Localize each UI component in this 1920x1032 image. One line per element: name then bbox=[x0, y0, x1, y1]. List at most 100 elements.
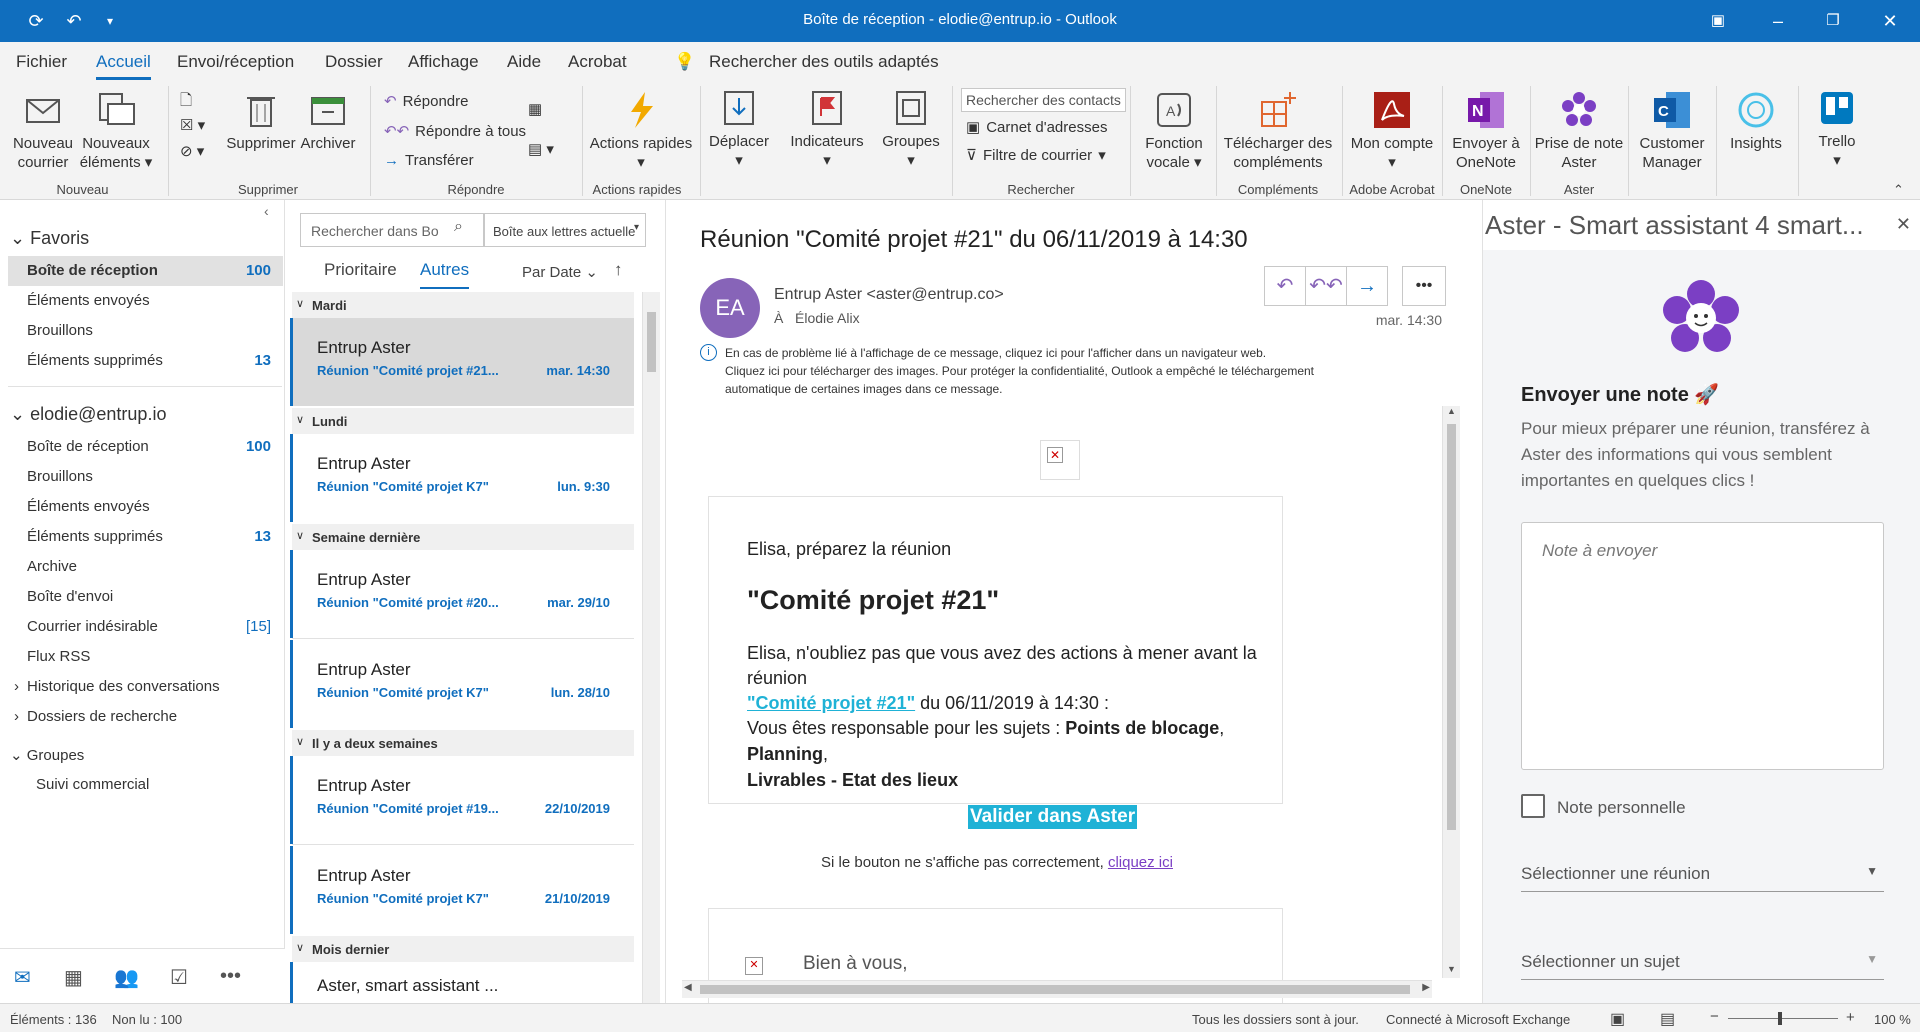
tab-focused[interactable]: Prioritaire bbox=[324, 260, 397, 280]
folder-item-inbox[interactable]: Boîte de réception 100 bbox=[0, 438, 285, 462]
menu-acrobat[interactable]: Acrobat bbox=[568, 52, 627, 72]
zoom-slider[interactable] bbox=[1728, 1018, 1838, 1019]
clean-up-button[interactable]: ☒ ▾ bbox=[180, 116, 205, 134]
calendar-icon[interactable]: ▦ bbox=[64, 965, 83, 990]
select-meeting-dropdown[interactable]: Sélectionner une réunion ▼ bbox=[1521, 860, 1884, 892]
reading-view-icon[interactable]: ▤ bbox=[1660, 1009, 1675, 1029]
forward-button[interactable]: → Transférer bbox=[384, 152, 474, 169]
normal-view-icon[interactable]: ▣ bbox=[1610, 1009, 1625, 1029]
scroll-left-icon[interactable]: ◀ bbox=[684, 982, 692, 993]
people-icon[interactable]: 👥 bbox=[114, 965, 139, 990]
tell-me-search[interactable]: Rechercher des outils adaptés bbox=[709, 52, 939, 72]
menu-accueil[interactable]: Accueil bbox=[96, 52, 151, 80]
junk-button[interactable]: ⊘ ▾ bbox=[180, 142, 204, 160]
ribbon-display-icon[interactable]: ▣ bbox=[1700, 6, 1736, 36]
voice-button[interactable]: A Fonction vocale ▾ bbox=[1134, 90, 1214, 172]
reading-pane-vscrollbar[interactable]: ▲ ▼ bbox=[1442, 406, 1460, 978]
minimize-icon[interactable]: – bbox=[1760, 6, 1796, 36]
delete-button[interactable]: Supprimer bbox=[222, 90, 300, 153]
send-to-onenote-button[interactable]: N Envoyer à OneNote bbox=[1446, 90, 1526, 172]
menu-dossier[interactable]: Dossier bbox=[325, 52, 383, 72]
new-mail-button[interactable]: Nouveau courrier bbox=[8, 90, 78, 172]
new-items-button[interactable]: Nouveaux éléments ▾ bbox=[78, 90, 154, 172]
group-header[interactable]: Lundi bbox=[292, 408, 634, 434]
groups-button[interactable]: Groupes ▾ bbox=[878, 88, 944, 170]
scroll-up-icon[interactable]: ▲ bbox=[1443, 406, 1460, 420]
reply-all-button[interactable]: ↶↶ Répondre à tous bbox=[384, 122, 526, 141]
validate-in-aster-button[interactable]: Valider dans Aster bbox=[968, 805, 1138, 829]
folder-item-junk[interactable]: Courrier indésirable [15] bbox=[0, 618, 285, 642]
menu-fichier[interactable]: Fichier bbox=[16, 52, 67, 72]
zoom-out-icon[interactable]: − bbox=[1710, 1008, 1719, 1025]
reading-pane-hscrollbar[interactable]: ◀ ▶ bbox=[682, 980, 1432, 998]
scroll-down-icon[interactable]: ▼ bbox=[1443, 964, 1460, 978]
mail-icon[interactable]: ✉ bbox=[14, 965, 31, 990]
folder-item-outbox[interactable]: Boîte d'envoi bbox=[0, 588, 285, 612]
tasks-icon[interactable]: ☑ bbox=[170, 965, 188, 990]
reply-button[interactable]: ↶ Répondre bbox=[384, 92, 468, 111]
folder-item-archive[interactable]: Archive bbox=[0, 558, 285, 582]
insights-button[interactable]: Insights bbox=[1718, 90, 1794, 153]
reply-icon[interactable]: ↶ bbox=[1264, 266, 1306, 306]
list-item[interactable]: Entrup Aster Réunion "Comité projet #20.… bbox=[290, 550, 634, 638]
move-button[interactable]: Déplacer ▾ bbox=[706, 88, 772, 170]
tags-button[interactable]: Indicateurs ▾ bbox=[784, 88, 870, 170]
note-textarea[interactable]: Note à envoyer bbox=[1521, 522, 1884, 770]
folder-item-deleted[interactable]: Éléments supprimés 13 bbox=[0, 528, 285, 552]
group-item-suivi-commercial[interactable]: Suivi commercial bbox=[36, 776, 149, 793]
group-header[interactable]: Semaine dernière bbox=[292, 524, 634, 550]
account-header[interactable]: ⌄ elodie@entrup.io bbox=[10, 404, 166, 425]
close-icon[interactable]: ✕ bbox=[1872, 6, 1908, 36]
menu-envoi-reception[interactable]: Envoi/réception bbox=[177, 52, 294, 72]
search-icon[interactable]: ⌕ bbox=[454, 218, 463, 236]
select-subject-dropdown[interactable]: Sélectionner un sujet ▼ bbox=[1521, 948, 1884, 980]
reply-all-icon[interactable]: ↶↶ bbox=[1305, 266, 1347, 306]
group-header[interactable]: Mardi bbox=[292, 292, 634, 318]
get-addins-button[interactable]: Télécharger des compléments bbox=[1222, 90, 1334, 172]
more-apps-icon[interactable]: ••• bbox=[220, 965, 241, 988]
message-list-scrollbar[interactable] bbox=[642, 292, 660, 1003]
sender[interactable]: Entrup Aster <aster@entrup.co> bbox=[774, 286, 1004, 304]
folder-item-fav-deleted[interactable]: Éléments supprimés 13 bbox=[0, 352, 285, 376]
group-header[interactable]: Il y a deux semaines bbox=[292, 730, 634, 756]
sort-by-date-button[interactable]: Par Date ⌄ bbox=[522, 263, 598, 281]
folder-item-sent[interactable]: Éléments envoyés bbox=[0, 498, 285, 522]
quick-actions-button[interactable]: Actions rapides ▾ bbox=[586, 90, 696, 172]
menu-aide[interactable]: Aide bbox=[507, 52, 541, 72]
folder-item-conversation-history[interactable]: › Historique des conversations bbox=[0, 678, 285, 702]
list-item[interactable]: Entrup Aster Réunion "Comité projet K7" … bbox=[290, 434, 634, 522]
zoom-slider-thumb[interactable] bbox=[1778, 1012, 1782, 1025]
ignore-button[interactable]: 🗋 bbox=[180, 90, 192, 115]
folder-item-fav-sent[interactable]: Éléments envoyés bbox=[0, 292, 285, 316]
restore-icon[interactable]: ❐ bbox=[1815, 6, 1851, 36]
folder-item-fav-drafts[interactable]: Brouillons bbox=[0, 322, 285, 346]
list-item[interactable]: Entrup Aster Réunion "Comité projet K7" … bbox=[290, 640, 634, 728]
more-respond-button[interactable]: ▤ ▾ bbox=[528, 140, 554, 158]
trello-button[interactable]: Trello ▾ bbox=[1802, 88, 1872, 170]
scrollbar-thumb[interactable] bbox=[1447, 424, 1456, 830]
folder-item-search-folders[interactable]: › Dossiers de recherche bbox=[0, 708, 285, 732]
collapse-ribbon-icon[interactable]: ⌃ bbox=[1893, 182, 1904, 198]
scrollbar-thumb[interactable] bbox=[700, 985, 1410, 994]
scroll-right-icon[interactable]: ▶ bbox=[1422, 982, 1430, 993]
aster-note-button[interactable]: Prise de note Aster bbox=[1534, 90, 1624, 172]
search-scope-select[interactable]: Boîte aux lettres actuelle ▾ bbox=[484, 213, 646, 247]
filter-mail-button[interactable]: ⊽ Filtre de courrier ▾ bbox=[966, 146, 1106, 165]
search-contacts-input[interactable]: Rechercher des contacts bbox=[961, 88, 1126, 112]
forward-icon[interactable]: → bbox=[1346, 266, 1388, 306]
list-item[interactable]: Aster, smart assistant ... bbox=[290, 962, 634, 1003]
meeting-link[interactable]: "Comité projet #21" bbox=[747, 693, 915, 713]
tab-other[interactable]: Autres bbox=[420, 260, 470, 289]
info-bar[interactable]: i En cas de problème lié à l'affichage d… bbox=[700, 344, 1314, 398]
customer-manager-button[interactable]: C Customer Manager bbox=[1630, 90, 1714, 172]
scrollbar-thumb[interactable] bbox=[647, 312, 656, 372]
groups-header[interactable]: ⌄ Groupes bbox=[10, 746, 84, 764]
list-item[interactable]: Entrup Aster Réunion "Comité projet #21.… bbox=[290, 318, 634, 406]
address-book-button[interactable]: ▣ Carnet d'adresses bbox=[966, 118, 1107, 137]
personal-note-checkbox[interactable] bbox=[1521, 794, 1545, 818]
folder-item-rss[interactable]: Flux RSS bbox=[0, 648, 285, 672]
sort-direction-icon[interactable]: ↑ bbox=[614, 260, 623, 280]
adobe-account-button[interactable]: Mon compte ▾ bbox=[1346, 90, 1438, 172]
folder-item-drafts[interactable]: Brouillons bbox=[0, 468, 285, 492]
group-header[interactable]: Mois dernier bbox=[292, 936, 634, 962]
